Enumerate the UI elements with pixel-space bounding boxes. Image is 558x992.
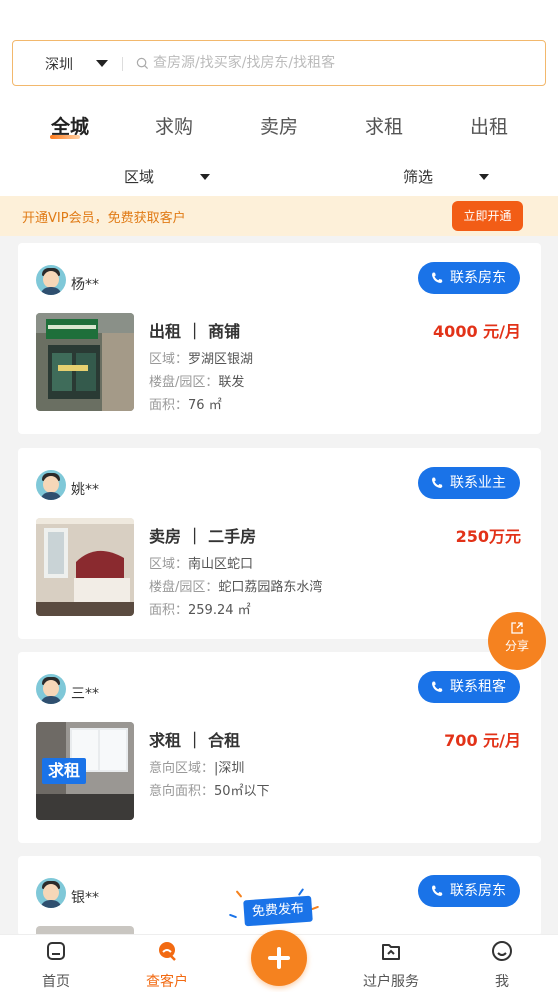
city-selector[interactable]: 深圳	[45, 54, 73, 74]
phone-icon	[432, 681, 443, 692]
area-filter[interactable]: 区域	[124, 166, 154, 187]
contact-label: 联系房东	[450, 883, 506, 899]
screen-filter[interactable]: 筛选	[403, 166, 433, 187]
listing-type: 求租 ｜ 合租	[149, 731, 241, 750]
search-customer-icon	[159, 942, 176, 961]
owner-name: 杨**	[71, 277, 99, 293]
tab-rent-wanted[interactable]: 求租	[344, 112, 424, 139]
divider	[122, 57, 123, 71]
owner-name: 银**	[71, 890, 99, 906]
free-publish-badge[interactable]: 免费发布	[243, 895, 313, 927]
vip-promo-text: 开通VIP会员，免费获取客户	[22, 211, 186, 226]
share-icon	[511, 622, 523, 634]
owner-name: 姚**	[71, 482, 99, 498]
search-input[interactable]	[153, 49, 533, 77]
contact-landlord-button[interactable]: 联系房东	[418, 262, 520, 294]
contact-tenant-button[interactable]: 联系租客	[418, 671, 520, 703]
detail-line: 区域：南山区蛇口	[149, 557, 254, 572]
nav-item-home[interactable]: 首页	[16, 935, 96, 992]
listing-type: 卖房 ｜ 二手房	[149, 527, 257, 546]
owner-name: 三**	[71, 686, 99, 702]
nav-label: 我	[495, 974, 509, 990]
caret-down-icon[interactable]	[479, 174, 489, 180]
phone-icon	[432, 477, 443, 488]
category-tabs: 全城 求购 卖房 求租 出租	[0, 112, 558, 152]
home-icon	[47, 942, 65, 960]
share-label: 分享	[504, 639, 529, 653]
tab-for-rent[interactable]: 出租	[449, 112, 529, 139]
nav-item-profile[interactable]: 我	[462, 935, 542, 992]
listing-card[interactable]: 杨** 联系房东 出租 ｜ 商铺 4000 元/月 区域：罗湖区银湖 楼盘/园区…	[18, 243, 541, 434]
avatar	[36, 470, 66, 500]
contact-label: 联系租客	[450, 679, 506, 695]
listing-price: 700 元/月	[444, 731, 521, 750]
tab-buy[interactable]: 求购	[134, 112, 214, 139]
detail-line: 面积：76 ㎡	[149, 398, 222, 413]
contact-landlord-button[interactable]: 联系房东	[418, 875, 520, 907]
listing-card[interactable]: 银** 联系房东	[18, 856, 541, 936]
plus-icon	[277, 947, 281, 969]
detail-line: 意向区域：|深圳	[149, 761, 245, 776]
search-bar: 深圳	[12, 40, 546, 86]
tab-sell[interactable]: 卖房	[239, 112, 319, 139]
shop-photo	[36, 313, 134, 411]
contact-label: 联系业主	[450, 475, 506, 491]
phone-icon	[432, 272, 443, 283]
listing-card[interactable]: 三** 联系租客 求租 求租 ｜ 合租 700 元/月 意向区域：|深圳 意向面…	[18, 652, 541, 843]
nav-item-search-customer[interactable]: 查客户	[127, 935, 207, 992]
contact-label: 联系房东	[450, 270, 506, 286]
detail-line: 楼盘/园区：蛇口荔园路东水湾	[149, 580, 323, 595]
avatar	[36, 878, 66, 908]
nav-label: 查客户	[146, 974, 188, 990]
nav-label: 过户服务	[363, 974, 419, 990]
nav-label: 首页	[42, 974, 70, 990]
vip-open-button[interactable]: 立即开通	[452, 201, 523, 231]
caret-down-icon[interactable]	[200, 174, 210, 180]
listing-card[interactable]: 姚** 联系业主 卖房 ｜ 二手房 250万元 区域：南山区蛇口 楼盘/园区：蛇…	[18, 448, 541, 639]
listing-price: 4000 元/月	[433, 322, 521, 341]
detail-line: 楼盘/园区：联发	[149, 375, 245, 390]
avatar	[36, 265, 66, 295]
phone-icon	[432, 885, 443, 896]
detail-line: 面积：259.24 ㎡	[149, 603, 251, 618]
detail-line: 区域：罗湖区银湖	[149, 352, 254, 367]
nav-item-transfer-service[interactable]: 过户服务	[351, 935, 431, 992]
search-icon	[136, 57, 149, 70]
share-button[interactable]: 分享	[488, 612, 546, 670]
publish-plus-button[interactable]	[251, 930, 307, 986]
listing-price: 250万元	[455, 527, 521, 546]
vip-banner: 开通VIP会员，免费获取客户 立即开通	[0, 196, 558, 236]
bedroom-photo	[36, 518, 134, 616]
active-tab-indicator	[50, 135, 80, 139]
caret-down-icon[interactable]	[96, 60, 108, 67]
header: 深圳 全城 求购 卖房 求租 出租 区域 筛选	[0, 0, 558, 196]
listing-type: 出租 ｜ 商铺	[149, 322, 241, 341]
transfer-service-icon	[382, 944, 400, 960]
detail-line: 意向面积：50㎡以下	[149, 784, 270, 799]
avatar	[36, 674, 66, 704]
contact-owner-button[interactable]: 联系业主	[418, 467, 520, 499]
profile-icon	[492, 941, 512, 961]
rent-wanted-photo: 求租	[36, 722, 134, 820]
rent-wanted-tag: 求租	[42, 758, 87, 784]
